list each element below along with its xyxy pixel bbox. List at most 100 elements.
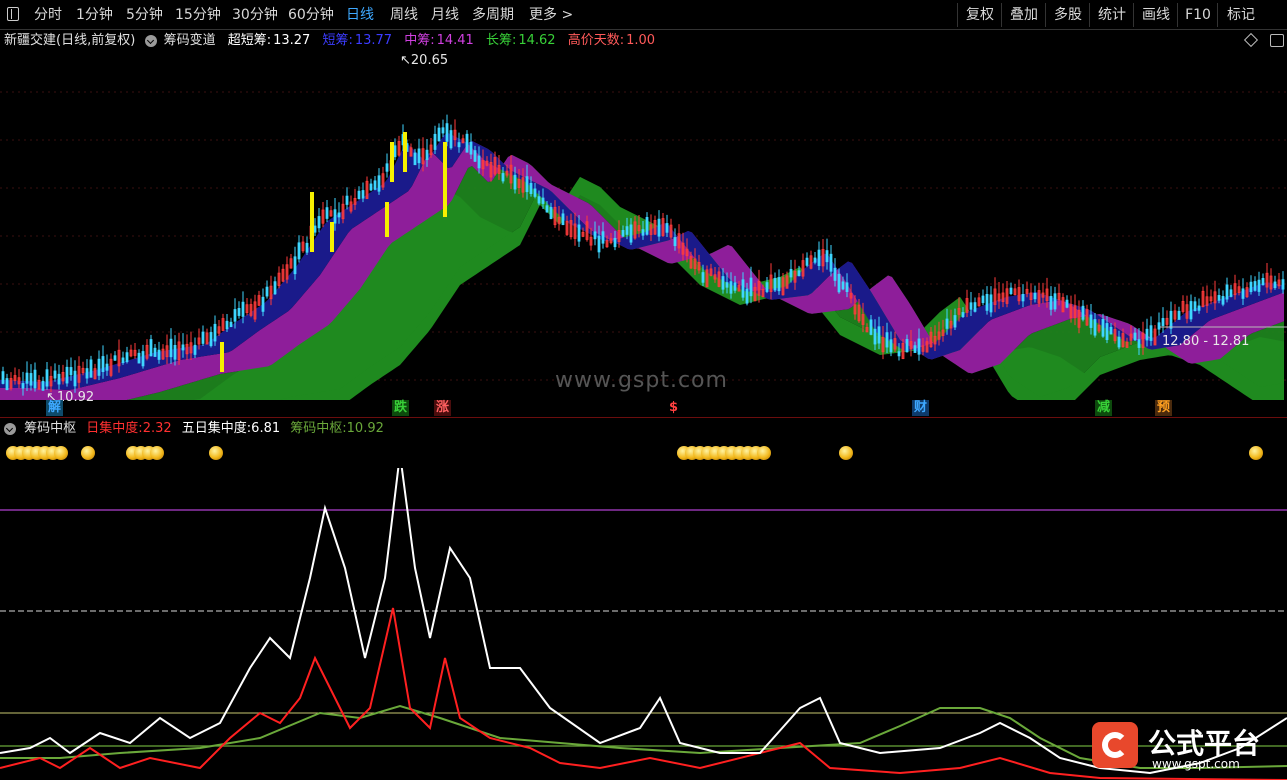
mid-value: 14.41	[436, 33, 474, 48]
candle-body	[1089, 314, 1093, 328]
candle-body	[313, 225, 317, 233]
candle-body	[477, 155, 481, 169]
highlight-bar	[330, 222, 334, 252]
candle-body	[65, 366, 69, 384]
signal-jie: 解	[46, 400, 64, 416]
logo-name: 公式平台	[1148, 727, 1261, 760]
candle-body	[749, 277, 753, 297]
candle-body	[529, 183, 533, 194]
tab-60min[interactable]: 60分钟	[288, 5, 334, 25]
candle-body	[777, 277, 781, 292]
candle-body	[377, 175, 381, 192]
gspt-logo-icon	[1092, 722, 1138, 768]
tab-weekly[interactable]: 周线	[390, 5, 418, 25]
mark-button[interactable]: 标记	[1217, 3, 1264, 27]
candle-body	[1133, 332, 1137, 341]
candle-body	[317, 216, 321, 229]
chip-center-value: 10.92	[346, 421, 384, 436]
candle-body	[905, 339, 909, 353]
candle-body	[193, 344, 197, 355]
candle-body	[869, 319, 873, 335]
candle-body	[1193, 301, 1197, 312]
candle-body	[393, 145, 397, 158]
candle-body	[113, 355, 117, 361]
tab-daily[interactable]: 日线	[346, 5, 374, 25]
candle-body	[1117, 336, 1121, 348]
candle-body	[733, 282, 737, 291]
panel-separator	[0, 417, 1287, 418]
candle-body	[641, 229, 645, 236]
maximize-icon[interactable]	[1270, 34, 1284, 47]
candle-body	[105, 363, 109, 371]
candle-body	[533, 188, 537, 197]
candle-body	[265, 286, 269, 297]
candle-body	[469, 141, 473, 155]
candle-body	[537, 196, 541, 204]
overlay-button[interactable]: 叠加	[1001, 3, 1046, 27]
candle-body	[701, 272, 705, 283]
candle-body	[913, 345, 917, 353]
tab-more[interactable]: 更多 >	[529, 5, 573, 25]
candlestick-chart[interactable]	[0, 52, 1287, 400]
candle-body	[1, 371, 5, 384]
candle-body	[417, 148, 421, 164]
candle-body	[213, 323, 217, 342]
sub-dropdown-icon[interactable]	[4, 422, 16, 435]
long-value: 14.62	[518, 33, 556, 48]
candle-body	[141, 351, 145, 367]
coin-icon	[839, 446, 853, 463]
candle-body	[773, 278, 777, 291]
candle-body	[597, 235, 601, 253]
candle-body	[549, 207, 553, 220]
candle-body	[357, 190, 361, 200]
price-range-label: 12.80 - 12.81	[1162, 334, 1250, 349]
five-day-concentration-label: 五日集中度:	[181, 421, 252, 436]
dropdown-icon[interactable]	[145, 34, 158, 47]
sub-indicator-name[interactable]: 筹码中枢	[24, 421, 76, 436]
candle-body	[209, 332, 213, 347]
window-icon[interactable]	[7, 7, 19, 21]
candle-body	[1101, 318, 1105, 337]
candle-body	[41, 380, 45, 391]
candle-body	[1249, 281, 1253, 293]
tab-1min[interactable]: 1分钟	[76, 5, 113, 25]
tab-monthly[interactable]: 月线	[431, 5, 459, 25]
restore-rights-button[interactable]: 复权	[957, 3, 1002, 27]
candle-body	[425, 149, 429, 161]
f10-button[interactable]: F10	[1177, 3, 1218, 27]
tab-15min[interactable]: 15分钟	[175, 5, 221, 25]
mid-label: 中筹:	[404, 33, 435, 48]
candle-body	[741, 279, 745, 298]
candle-body	[137, 352, 141, 364]
indicator-name[interactable]: 筹码变道	[164, 33, 216, 48]
candle-body	[1021, 293, 1025, 302]
five-day-concentration-value: 6.81	[251, 421, 281, 436]
tab-multi-period[interactable]: 多周期	[472, 5, 514, 25]
highlight-bar	[220, 342, 224, 372]
tab-5min[interactable]: 5分钟	[126, 5, 163, 25]
diamond-icon[interactable]	[1243, 32, 1259, 48]
candle-body	[1169, 310, 1173, 329]
draw-line-button[interactable]: 画线	[1133, 3, 1178, 27]
ultra-short-label: 超短筹:	[227, 33, 272, 48]
statistics-button[interactable]: 统计	[1089, 3, 1134, 27]
candle-body	[241, 301, 245, 317]
signal-dollar: $	[669, 400, 679, 415]
candle-body	[945, 318, 949, 329]
candle-body	[1273, 281, 1277, 289]
candle-body	[361, 190, 365, 199]
candle-body	[29, 373, 33, 386]
candle-body	[577, 224, 581, 242]
tab-intraday[interactable]: 分时	[34, 5, 62, 25]
tab-30min[interactable]: 30分钟	[232, 5, 278, 25]
candle-body	[305, 242, 309, 253]
candle-body	[1137, 339, 1141, 348]
coin-group-icon	[126, 446, 164, 463]
candle-body	[1225, 284, 1229, 300]
candle-body	[629, 224, 633, 243]
multi-stock-button[interactable]: 多股	[1045, 3, 1090, 27]
candle-body	[1177, 310, 1181, 320]
highlight-bar	[443, 142, 447, 217]
signal-cai: 财	[912, 400, 930, 416]
candle-body	[181, 344, 185, 351]
